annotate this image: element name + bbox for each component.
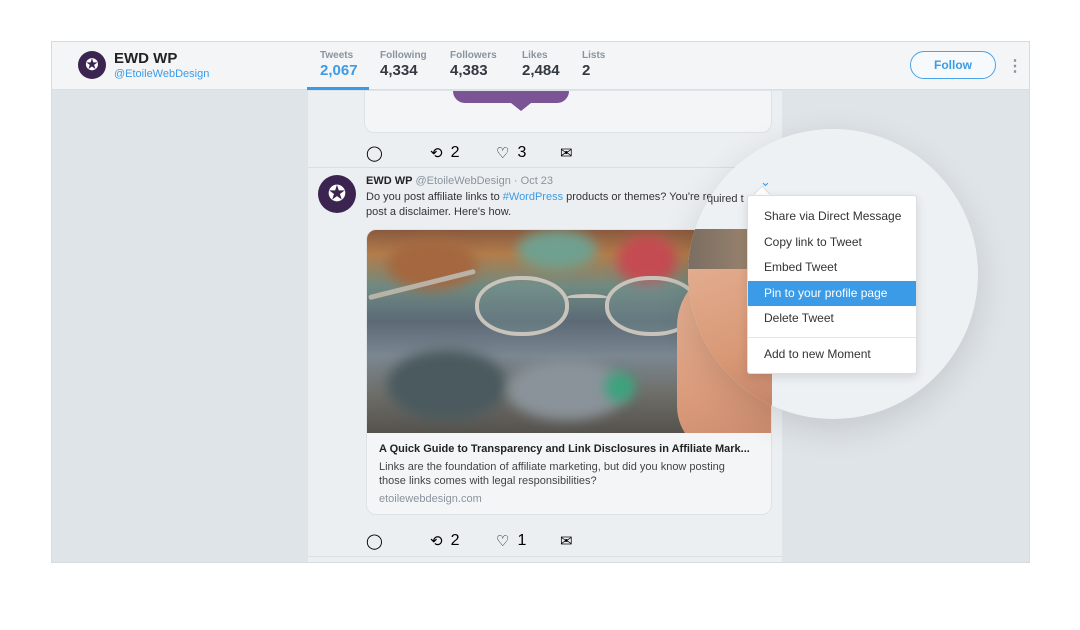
speech-bubble-tail: [511, 103, 531, 111]
reply-button[interactable]: ◯: [366, 532, 383, 550]
card-description: Links are the foundation of affiliate ma…: [379, 461, 725, 487]
tweet-divider: [308, 556, 782, 557]
stat-value: 2,484: [522, 62, 560, 79]
like-count: 3: [517, 144, 527, 161]
heart-icon: ♡: [496, 533, 510, 550]
stat-likes[interactable]: Likes 2,484: [522, 50, 560, 79]
tweet-avatar[interactable]: ✪: [318, 175, 356, 213]
stat-followers[interactable]: Followers 4,383: [450, 50, 497, 79]
message-button[interactable]: ✉: [560, 144, 573, 162]
reply-button[interactable]: ◯: [366, 144, 383, 162]
card-domain: etoilewebdesign.com: [379, 493, 482, 505]
menu-item-copy-link[interactable]: Copy link to Tweet: [748, 230, 916, 256]
stat-label: Likes: [522, 50, 548, 61]
active-tab-indicator: [307, 87, 369, 90]
retweet-button[interactable]: ⟲ 2: [430, 532, 459, 550]
retweet-count: 2: [450, 144, 460, 161]
tweet-handle[interactable]: @EtoileWebDesign: [416, 175, 511, 187]
stat-label: Following: [380, 50, 427, 61]
reply-icon: ◯: [366, 533, 383, 550]
star-icon: ✪: [327, 181, 347, 206]
tweet-author[interactable]: EWD WP: [366, 175, 412, 187]
profile-handle[interactable]: @EtoileWebDesign: [114, 68, 209, 80]
message-button[interactable]: ✉: [560, 532, 573, 550]
menu-item-pin[interactable]: Pin to your profile page: [748, 280, 916, 306]
stat-value: 4,383: [450, 62, 488, 79]
stat-value: 2,067: [320, 62, 358, 79]
profile-avatar[interactable]: ✪: [78, 51, 106, 79]
tweet-options-menu: Share via Direct Message Copy link to Tw…: [747, 195, 917, 374]
previous-tweet-card[interactable]: [364, 91, 772, 133]
menu-item-add-moment[interactable]: Add to new Moment: [748, 342, 916, 368]
tweet-header: EWD WP @EtoileWebDesign · Oct 23: [366, 175, 553, 187]
stat-following[interactable]: Following 4,334: [380, 50, 427, 79]
retweet-button[interactable]: ⟲ 2: [430, 144, 459, 162]
retweet-count: 2: [450, 532, 460, 549]
magnified-tweet-text: ...required t: [688, 193, 744, 205]
stat-tweets[interactable]: Tweets 2,067: [320, 50, 358, 79]
menu-separator: [748, 336, 916, 338]
tweet-text-part: Do you post affiliate links to: [366, 191, 503, 203]
envelope-icon: ✉: [560, 145, 573, 162]
menu-item-embed[interactable]: Embed Tweet: [748, 255, 916, 281]
menu-item-delete[interactable]: Delete Tweet: [748, 306, 916, 332]
heart-icon: ♡: [496, 145, 510, 162]
retweet-icon: ⟲: [430, 145, 443, 162]
retweet-icon: ⟲: [430, 533, 443, 550]
star-icon: ✪: [85, 57, 99, 74]
stat-label: Followers: [450, 50, 497, 61]
stat-label: Lists: [582, 50, 606, 61]
card-title: A Quick Guide to Transparency and Link D…: [379, 443, 750, 455]
follow-button[interactable]: Follow: [910, 51, 996, 79]
speech-bubble-image: [453, 91, 569, 103]
like-button[interactable]: ♡ 1: [496, 532, 526, 550]
more-vertical-icon[interactable]: ⋮: [1007, 56, 1023, 76]
hashtag-link[interactable]: #WordPress: [503, 191, 563, 203]
menu-item-share-dm[interactable]: Share via Direct Message: [748, 204, 916, 230]
reply-icon: ◯: [366, 145, 383, 162]
stat-label: Tweets: [320, 50, 354, 61]
profile-name[interactable]: EWD WP: [114, 50, 177, 67]
stat-value: 4,334: [380, 62, 418, 79]
tweet-divider: [308, 167, 782, 168]
tweet-date[interactable]: · Oct 23: [514, 175, 553, 187]
stat-value: 2: [582, 62, 591, 79]
like-count: 1: [517, 532, 527, 549]
stat-lists[interactable]: Lists 2: [582, 50, 605, 79]
like-button[interactable]: ♡ 3: [496, 144, 526, 162]
profile-nav-bar: ✪ EWD WP @EtoileWebDesign Tweets 2,067 F…: [52, 42, 1029, 90]
envelope-icon: ✉: [560, 533, 573, 550]
